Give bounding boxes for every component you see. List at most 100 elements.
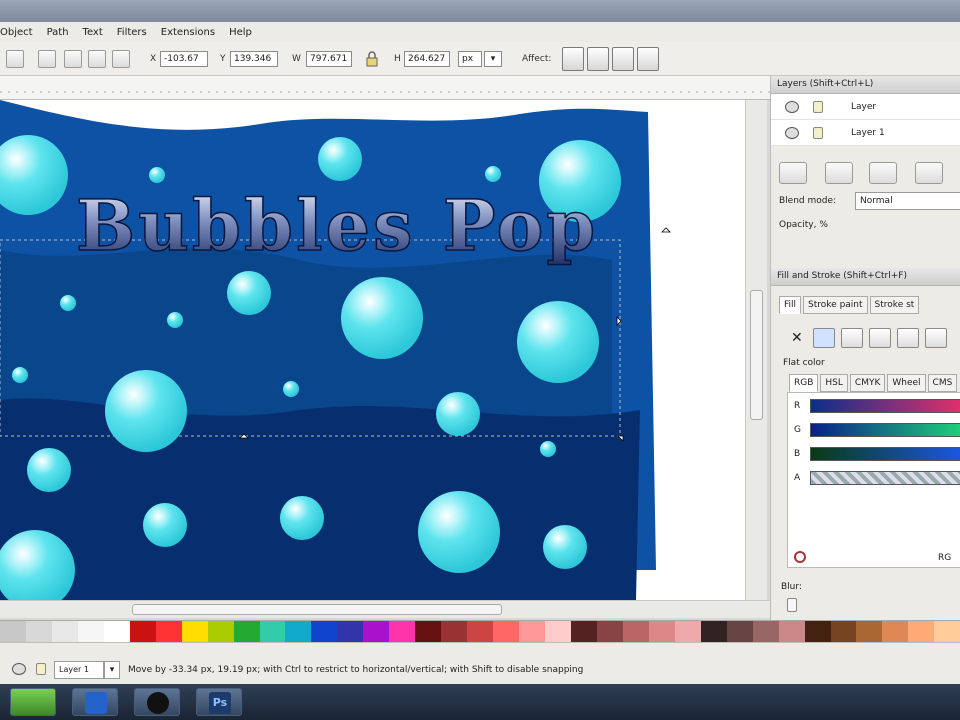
photoshop-button[interactable]: Ps xyxy=(196,688,242,716)
palette-swatch[interactable] xyxy=(337,621,364,642)
add-layer-icon[interactable] xyxy=(779,162,807,184)
palette-swatch[interactable] xyxy=(363,621,390,642)
raise-icon[interactable] xyxy=(869,162,897,184)
layer-name[interactable]: Layer 1 xyxy=(851,128,885,138)
menu-text[interactable]: Text xyxy=(83,27,103,38)
raise-top-icon[interactable] xyxy=(825,162,853,184)
palette-swatch[interactable] xyxy=(51,621,78,642)
palette-swatch[interactable] xyxy=(882,621,909,642)
eye-icon[interactable] xyxy=(785,100,799,113)
palette-swatch[interactable] xyxy=(389,621,416,642)
w-field[interactable]: 797.671 xyxy=(306,51,352,67)
horizontal-scrollbar[interactable] xyxy=(0,600,770,618)
palette-swatch[interactable] xyxy=(674,621,701,642)
blue-slider[interactable] xyxy=(810,447,960,461)
palette-swatch[interactable] xyxy=(441,621,468,642)
menu-filters[interactable]: Filters xyxy=(117,27,147,38)
palette-swatch[interactable] xyxy=(570,621,597,642)
blend-mode-select[interactable]: Normal xyxy=(855,192,960,210)
affect-stroke-icon[interactable] xyxy=(562,47,584,71)
app-button[interactable] xyxy=(72,688,118,716)
palette-swatch[interactable] xyxy=(103,621,130,642)
palette-swatch[interactable] xyxy=(804,621,831,642)
palette-swatch[interactable] xyxy=(519,621,546,642)
flat-color-icon[interactable] xyxy=(813,328,835,348)
vertical-scrollbar[interactable] xyxy=(745,100,767,600)
green-slider[interactable] xyxy=(810,423,960,437)
palette-swatch[interactable] xyxy=(77,621,104,642)
palette-swatch[interactable] xyxy=(25,621,52,642)
palette-swatch[interactable] xyxy=(934,621,960,642)
palette-swatch[interactable] xyxy=(830,621,857,642)
palette-swatch[interactable] xyxy=(259,621,286,642)
align-icon[interactable] xyxy=(64,50,82,68)
chevron-down-icon[interactable]: ▾ xyxy=(484,51,502,67)
scroll-thumb[interactable] xyxy=(132,604,502,615)
lock-icon[interactable] xyxy=(813,126,823,139)
palette-swatch[interactable] xyxy=(285,621,312,642)
h-field[interactable]: 264.627 xyxy=(404,51,450,67)
lock-icon[interactable] xyxy=(813,100,823,113)
palette-swatch[interactable] xyxy=(181,621,208,642)
palette-swatch[interactable] xyxy=(155,621,182,642)
swatch-icon[interactable] xyxy=(925,328,947,348)
affect-corners-icon[interactable] xyxy=(587,47,609,71)
y-field[interactable]: 139.346 xyxy=(230,51,278,67)
align-icon[interactable] xyxy=(112,50,130,68)
palette-swatch[interactable] xyxy=(545,621,571,642)
eye-icon[interactable] xyxy=(12,663,26,675)
palette-swatch[interactable] xyxy=(467,621,494,642)
layer-name[interactable]: Layer xyxy=(851,102,876,112)
palette-swatch[interactable] xyxy=(778,621,805,642)
menu-help[interactable]: Help xyxy=(229,27,252,38)
scroll-thumb[interactable] xyxy=(750,290,763,420)
palette-swatch[interactable] xyxy=(233,621,260,642)
palette-swatch[interactable] xyxy=(856,621,883,642)
tab-stroke-paint[interactable]: Stroke paint xyxy=(803,296,868,314)
layer-row[interactable]: Layer xyxy=(771,94,960,120)
lock-icon[interactable] xyxy=(364,51,380,67)
palette-swatch[interactable] xyxy=(908,621,935,642)
palette-swatch[interactable] xyxy=(622,621,649,642)
chevron-down-icon[interactable]: ▾ xyxy=(104,661,120,679)
palette-swatch[interactable] xyxy=(207,621,234,642)
palette-swatch[interactable] xyxy=(648,621,675,642)
affect-pattern-icon[interactable] xyxy=(637,47,659,71)
x-field[interactable]: -103.67 xyxy=(160,51,208,67)
palette-swatch[interactable] xyxy=(752,621,779,642)
align-icon[interactable] xyxy=(6,50,24,68)
palette-swatch[interactable] xyxy=(700,621,727,642)
layer-row[interactable]: Layer 1 xyxy=(771,120,960,146)
start-icon[interactable] xyxy=(10,688,56,716)
menu-extensions[interactable]: Extensions xyxy=(161,27,215,38)
palette-swatch[interactable] xyxy=(311,621,338,642)
align-icon[interactable] xyxy=(88,50,106,68)
palette-swatch[interactable] xyxy=(493,621,520,642)
palette-swatch[interactable] xyxy=(415,621,442,642)
affect-gradient-icon[interactable] xyxy=(612,47,634,71)
pattern-icon[interactable] xyxy=(897,328,919,348)
eye-icon[interactable] xyxy=(785,126,799,139)
no-paint-icon[interactable]: ✕ xyxy=(791,330,803,346)
color-palette[interactable] xyxy=(0,620,960,642)
menu-path[interactable]: Path xyxy=(47,27,69,38)
color-picker-icon[interactable] xyxy=(794,551,806,563)
unit-select[interactable]: px xyxy=(458,51,482,67)
lower-icon[interactable] xyxy=(915,162,943,184)
drawing-canvas[interactable]: Bubbles Pop xyxy=(0,100,745,600)
tab-cms[interactable]: CMS xyxy=(927,374,958,392)
menu-object[interactable]: Object xyxy=(0,27,33,38)
inkscape-button[interactable] xyxy=(134,688,180,716)
palette-swatch[interactable] xyxy=(0,621,26,642)
blur-slider-handle[interactable] xyxy=(787,598,797,612)
lock-icon[interactable] xyxy=(36,663,46,675)
tab-cmyk[interactable]: CMYK xyxy=(849,374,886,392)
tab-fill[interactable]: Fill xyxy=(779,296,802,314)
tab-stroke-style[interactable]: Stroke st xyxy=(869,296,920,314)
alpha-slider[interactable] xyxy=(810,471,960,485)
align-icon[interactable] xyxy=(38,50,56,68)
tab-wheel[interactable]: Wheel xyxy=(887,374,926,392)
palette-swatch[interactable] xyxy=(129,621,156,642)
palette-swatch[interactable] xyxy=(726,621,753,642)
radial-gradient-icon[interactable] xyxy=(869,328,891,348)
